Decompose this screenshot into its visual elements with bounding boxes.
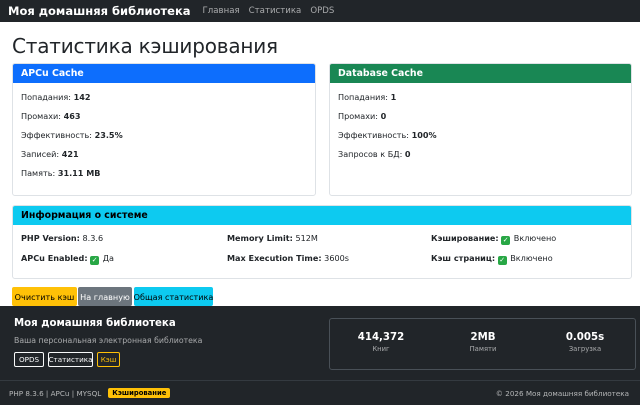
apcu-hits: Попадания: 142 [21,92,91,102]
stat-books-value: 414,372 [357,332,405,343]
db-misses: Промахи: 0 [338,111,387,121]
stat-load: 0.005s Загрузка [534,319,636,353]
php-version: PHP Version: 8.3.6 [21,233,104,243]
general-stats-button[interactable]: Общая статистика [134,287,213,306]
caching-status: Кэширование: ✓ Включено [431,233,557,245]
apcu-cache-card: APCu Cache Попадания: 142 Промахи: 463 Э… [12,63,316,196]
system-info-card: Информация о системе PHP Version: 8.3.6 … [12,205,632,279]
nav-link-opds[interactable]: OPDS [310,6,334,16]
apcu-efficiency: Эффективность: 23.5% [21,130,123,140]
navbar-brand[interactable]: Моя домашняя библиотека [8,4,191,18]
check-icon: ✓ [501,236,511,245]
clear-cache-button[interactable]: Очистить кэш [12,287,77,306]
check-icon: ✓ [90,256,100,265]
database-card-body: Попадания: 1 Промахи: 0 Эффективность: 1… [330,83,631,164]
copyright: © 2026 Моя домашняя библиотека [495,388,629,398]
site-footer: Моя домашняя библиотека Ваша персональна… [0,306,640,380]
nav-link-home[interactable]: Главная [203,6,240,16]
footer-tag-statistics[interactable]: Статистика [48,352,93,367]
system-card-header: Информация о системе [13,206,631,225]
stat-load-label: Загрузка [568,345,602,353]
system-card-body: PHP Version: 8.3.6 Memory Limit: 512M Кэ… [13,225,631,278]
stat-memory-label: Памяти [469,345,497,353]
stat-memory: 2MB Памяти [432,319,534,353]
footer-tag-opds[interactable]: OPDS [14,352,44,367]
footer-subtitle: Ваша персональная электронная библиотека [14,336,203,345]
caching-badge: Кэширование [108,388,171,398]
bottom-bar: PHP 8.3.6 | APCu | MYSQL Кэширование © 2… [0,380,640,405]
apcu-memory: Память: 31.11 MB [21,168,101,178]
footer-title: Моя домашняя библиотека [14,318,176,329]
stat-books: 414,372 Книг [330,319,432,353]
check-icon: ✓ [497,256,507,265]
nav-link-statistics[interactable]: Статистика [249,6,302,16]
db-hits: Попадания: 1 [338,92,397,102]
apcu-misses: Промахи: 463 [21,111,81,121]
bottom-tech-info: PHP 8.3.6 | APCu | MYSQL Кэширование [9,388,171,398]
apcu-enabled: APCu Enabled: ✓ Да [21,253,115,265]
db-queries: Запросов к БД: 0 [338,149,411,159]
home-button[interactable]: На главную [78,287,132,306]
max-execution-time: Max Execution Time: 3600s [227,253,349,263]
apcu-card-body: Попадания: 142 Промахи: 463 Эффективност… [13,83,315,183]
page-cache-status: Кэш страниц: ✓ Включено [431,253,553,265]
footer-tag-cache[interactable]: Кэш [97,352,120,367]
tech-stack-text: PHP 8.3.6 | APCu | MYSQL [9,388,102,398]
stat-books-label: Книг [372,345,390,353]
apcu-entries: Записей: 421 [21,149,79,159]
page-title: Статистика кэширования [12,34,278,58]
stat-load-value: 0.005s [565,332,605,343]
database-cache-card: Database Cache Попадания: 1 Промахи: 0 Э… [329,63,632,196]
memory-limit: Memory Limit: 512M [227,233,318,243]
top-navbar: Моя домашняя библиотека Главная Статисти… [0,0,640,22]
stat-memory-value: 2MB [470,332,496,343]
database-card-header: Database Cache [330,64,631,83]
footer-stats-box: 414,372 Книг 2MB Памяти 0.005s Загрузка [329,318,636,370]
apcu-card-header: APCu Cache [13,64,315,83]
db-efficiency: Эффективность: 100% [338,130,437,140]
